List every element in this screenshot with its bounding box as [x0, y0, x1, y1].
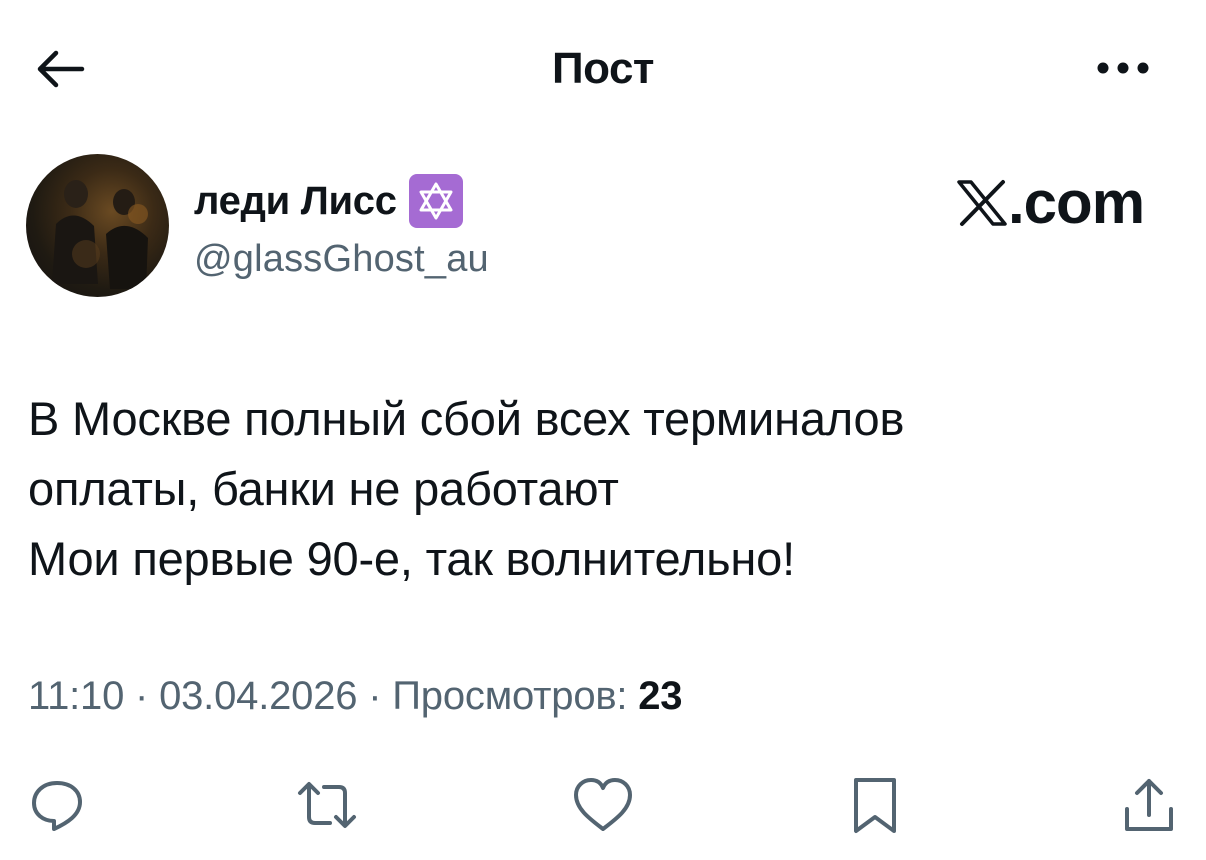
bookmark-button[interactable] [840, 770, 910, 840]
more-horizontal-icon [1097, 62, 1149, 74]
author-row: леди Лисс @glassGhost_au .com [26, 154, 1176, 299]
brand-watermark: .com [956, 168, 1145, 237]
tweet-date[interactable]: 03.04.2026 [159, 674, 357, 718]
like-button[interactable] [568, 770, 638, 840]
author-name[interactable]: леди Лисс [194, 174, 463, 228]
action-bar [0, 760, 1206, 850]
tweet-time[interactable]: 11:10 [28, 674, 124, 718]
brand-text: .com [1008, 169, 1145, 236]
share-icon [1125, 779, 1173, 831]
like-icon [574, 778, 632, 831]
avatar[interactable] [26, 154, 169, 297]
tweet-line: Мои первые 90-е, так волнительно! [28, 532, 795, 585]
x-logo-icon [957, 179, 1007, 226]
retweet-button[interactable] [292, 770, 362, 840]
reply-icon [32, 781, 82, 831]
views-count: 23 [638, 674, 683, 718]
star-of-david-emoji-icon [408, 174, 463, 228]
reply-button[interactable] [22, 770, 92, 840]
retweet-icon [298, 782, 356, 828]
author-handle[interactable]: @glassGhost_au [194, 238, 489, 281]
share-button[interactable] [1114, 770, 1184, 840]
tweet-line: В Москве полный сбой всех терминалов [28, 392, 905, 445]
meta-separator: · [124, 674, 160, 718]
page-title: Пост [552, 44, 654, 93]
more-button[interactable] [1090, 48, 1156, 88]
top-bar: Пост [0, 0, 1206, 140]
views-label: Просмотров: [392, 674, 639, 718]
bookmark-icon [854, 778, 896, 833]
tweet-line: оплаты, банки не работают [28, 462, 619, 515]
tweet-text: В Москве полный сбой всех терминалов опл… [28, 384, 1158, 594]
meta-separator: · [357, 674, 393, 718]
display-name-text: леди Лисс [194, 178, 397, 223]
tweet-meta: 11:10 · 03.04.2026 · Просмотров: 23 [28, 674, 683, 719]
avatar-image [52, 180, 148, 289]
